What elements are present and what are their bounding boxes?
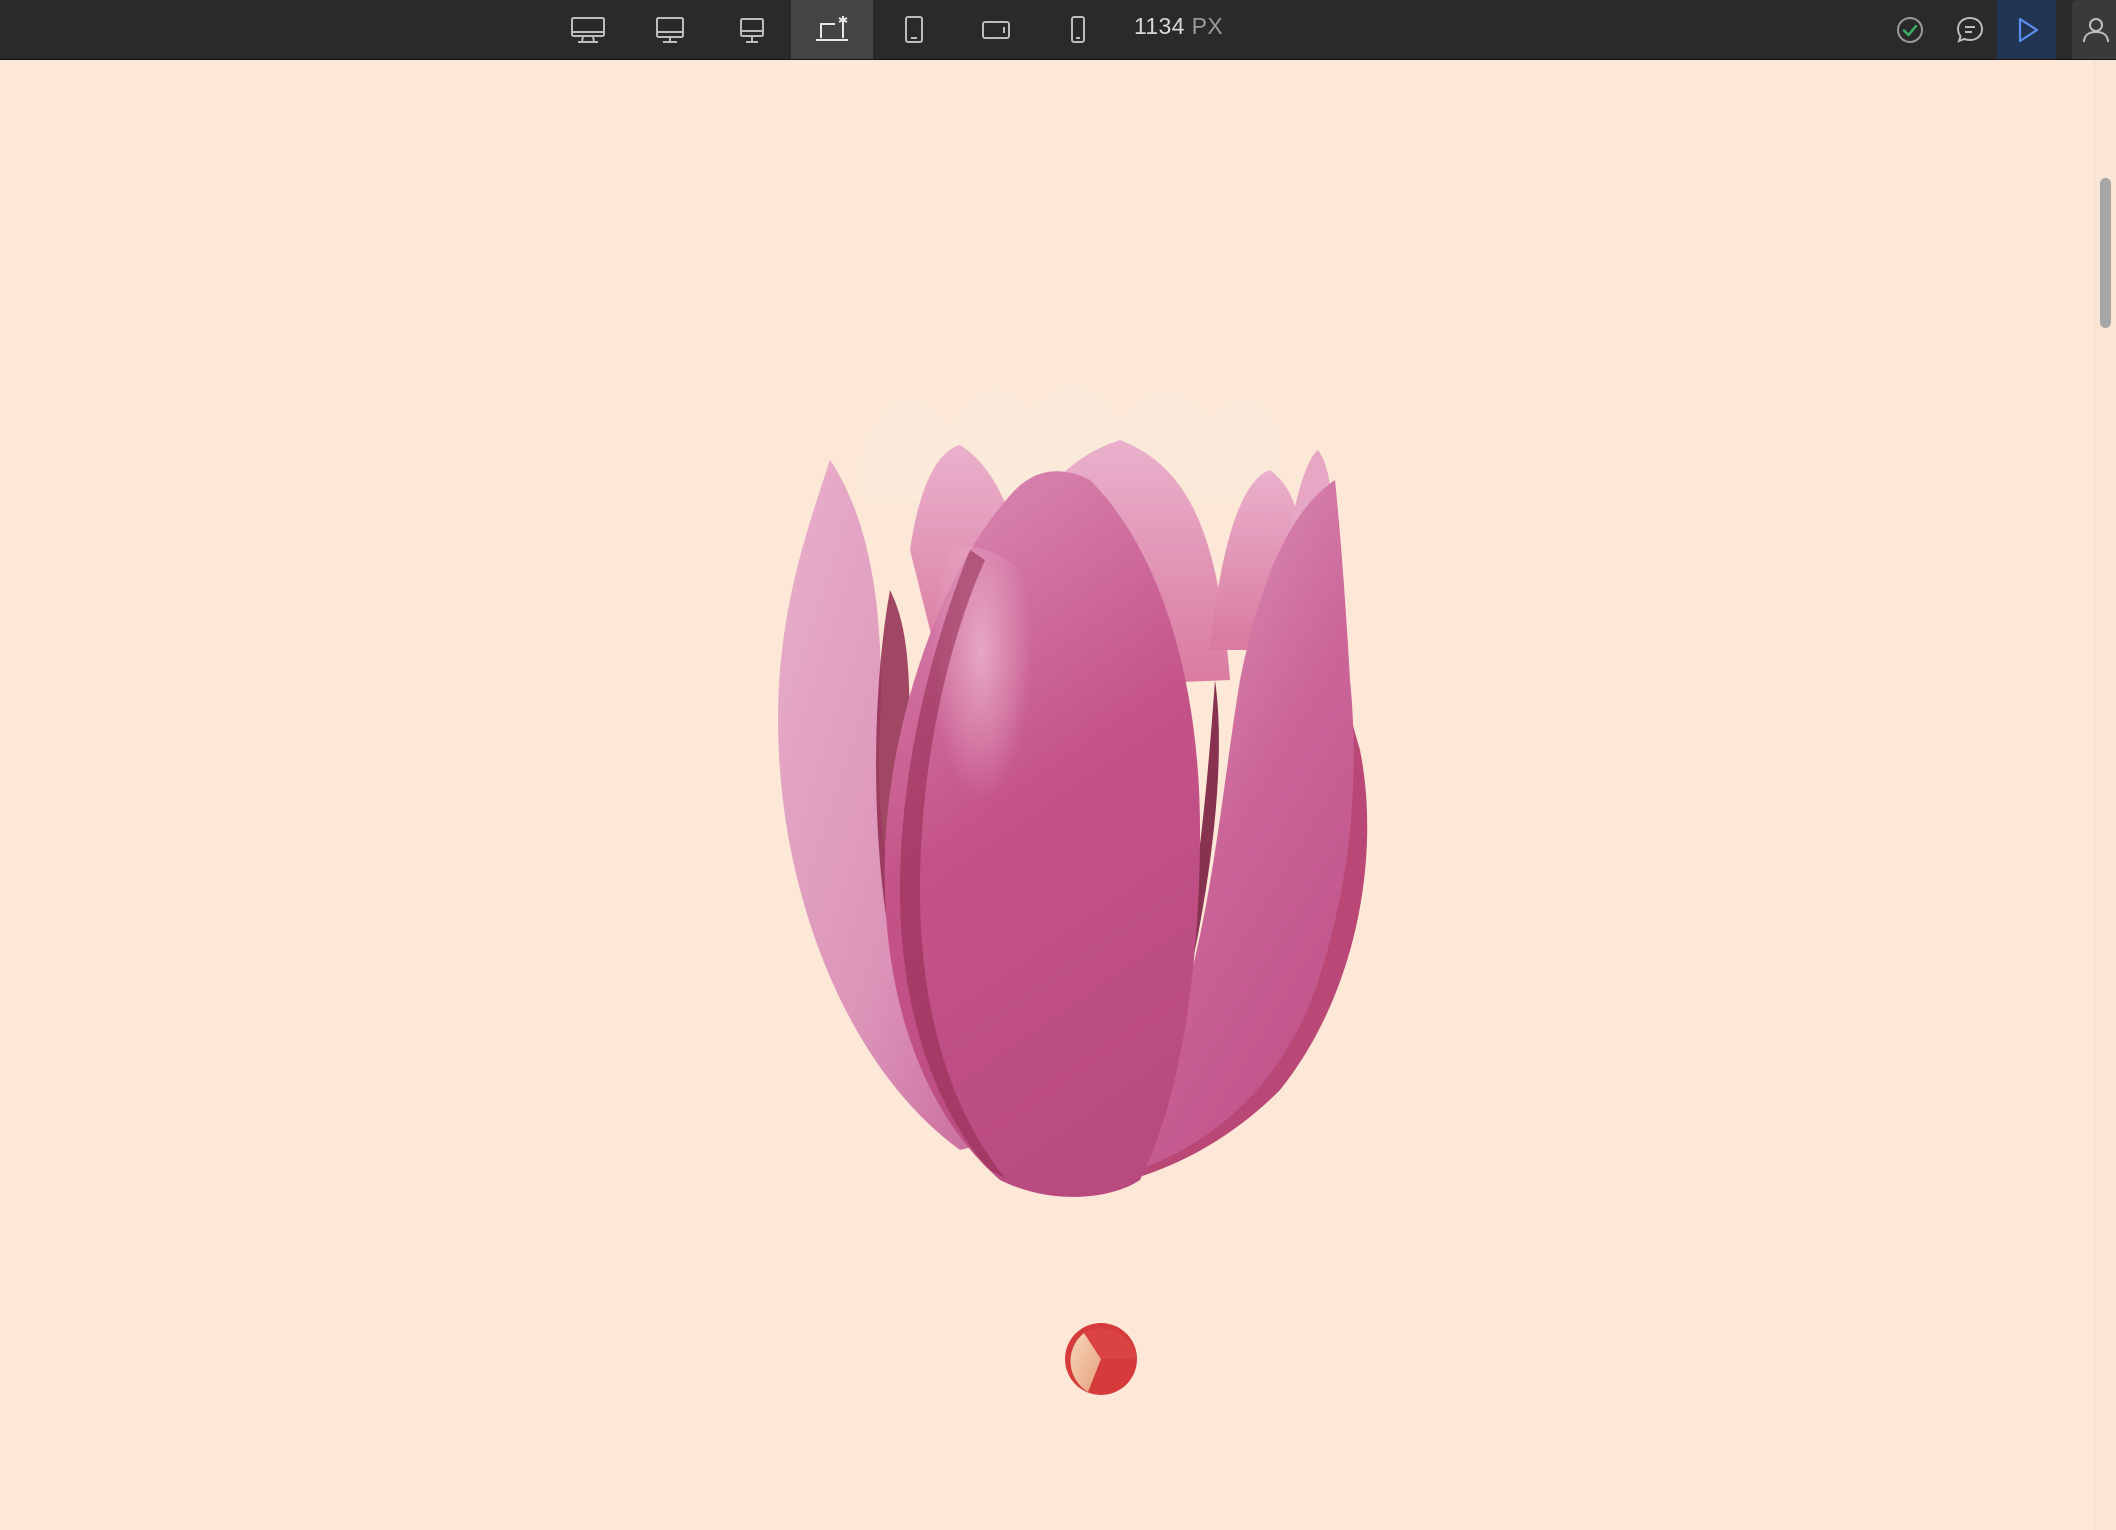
breakpoint-desktop-button[interactable] <box>629 0 711 59</box>
tablet-icon <box>905 15 923 43</box>
breakpoint-tablet-landscape-button[interactable] <box>955 0 1037 59</box>
viewport-width-unit: PX <box>1191 13 1223 39</box>
publish-status-button[interactable] <box>1890 0 1930 59</box>
design-canvas[interactable] <box>0 60 2094 1530</box>
viewport-width-readout[interactable]: 1134 PX <box>1134 0 1223 59</box>
breakpoint-laptop-button[interactable] <box>791 0 873 59</box>
breakpoint-desktop-xl-button[interactable] <box>547 0 629 59</box>
play-icon <box>2018 17 2038 42</box>
breakpoint-mobile-button[interactable] <box>1037 0 1119 59</box>
monitor-small-icon <box>740 17 764 43</box>
editor-toolbar: 1134 PX <box>0 0 2116 60</box>
user-icon <box>2083 17 2109 42</box>
check-circle-icon <box>1897 16 1923 43</box>
tablet-landscape-icon <box>982 20 1010 39</box>
tulip-illustration <box>778 385 1368 1197</box>
comment-icon <box>1956 16 1984 43</box>
viewport-width-value: 1134 <box>1134 13 1185 39</box>
monitor-icon <box>656 16 684 43</box>
preview-button[interactable] <box>1997 0 2056 59</box>
breakpoint-desktop-small-button[interactable] <box>711 0 793 59</box>
laptop-star-icon <box>816 15 848 41</box>
monitor-wide-icon <box>571 16 605 43</box>
account-button[interactable] <box>2072 0 2116 59</box>
breakpoint-tablet-button[interactable] <box>873 0 955 59</box>
scrollbar-thumb[interactable] <box>2100 178 2111 328</box>
loading-spinner <box>1065 1323 1137 1395</box>
comments-button[interactable] <box>1950 0 1990 59</box>
canvas-scrollbar[interactable] <box>2094 60 2116 1530</box>
phone-icon <box>1071 15 1085 43</box>
